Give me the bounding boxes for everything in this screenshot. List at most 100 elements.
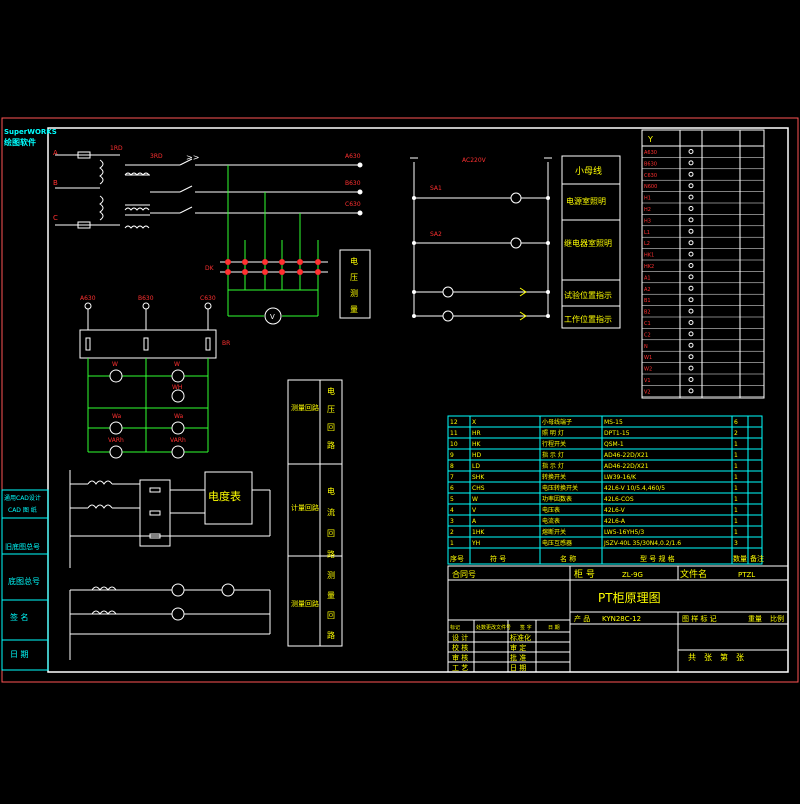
bom-cell: YH xyxy=(471,540,480,547)
voltage-test-wiring xyxy=(227,165,319,317)
bom-cell: 行程开关 xyxy=(542,440,566,448)
sec-top-b: B630 xyxy=(138,295,154,302)
bom-cell: 1HK xyxy=(472,529,485,536)
out-b-label: B630 xyxy=(345,180,361,187)
bom-cell: 7 xyxy=(450,474,454,481)
func-rm-3: 回 xyxy=(327,529,335,538)
func-rb-1: 测 xyxy=(327,571,335,580)
breakers: >> xyxy=(150,153,199,214)
sidebar-panel3: 底图总号 xyxy=(8,576,40,586)
bom-cell: 12 xyxy=(450,419,458,426)
bom-h-1: 符 号 xyxy=(490,554,506,563)
sign-r-3: 日 期 xyxy=(510,664,526,672)
bom-cell: 1 xyxy=(734,441,738,448)
phase-b-label: B xyxy=(53,179,58,187)
rt-terminal xyxy=(688,331,694,337)
control-circuit: AC220V SA1 SA2 小母线 电源室照明 继电器室照明 试验位置指示 工… xyxy=(410,155,621,329)
rt-label: B630 xyxy=(644,161,657,167)
right-terminal-table: Y A630 B630 C630 N600 H1 H2 H3 L1 L2 HK1 HK2 A1 A2 B1… xyxy=(641,129,765,399)
bom-cell: LW39-16/K xyxy=(604,474,637,481)
bom-cell: 熔断开关 xyxy=(542,528,566,536)
bom-cell: X xyxy=(472,419,476,426)
schematic-canvas: SuperWORKS 绘图软件 通用CAD设计 CAD 图 纸 旧底图总号 底图… xyxy=(1,117,799,683)
bom-cell: 电压互感器 xyxy=(542,539,572,547)
voltmeter-label: V xyxy=(270,313,275,321)
scale-label: 比例 xyxy=(770,614,784,623)
cabinet-label: 柜 号 xyxy=(574,568,595,580)
bom-cell: 照 明 灯 xyxy=(542,429,564,437)
product-label: 产 品 xyxy=(574,614,590,623)
rt-label: B1 xyxy=(644,298,651,304)
sign-2: 审 核 xyxy=(452,653,468,662)
func-rm-2: 流 xyxy=(327,507,335,517)
func-left-3: 测量回路 xyxy=(291,599,319,608)
bom-cell: AD46-22D/X21 xyxy=(604,452,649,459)
meter-label-5: Wa xyxy=(174,413,184,420)
rt-label: H1 xyxy=(644,196,651,202)
rt-label: A2 xyxy=(644,287,651,293)
func-rm-4: 路 xyxy=(327,549,335,559)
logo-line1: SuperWORKS xyxy=(4,128,57,136)
bom-cell: 功率因数表 xyxy=(542,495,572,503)
bom-cell: 1 xyxy=(734,463,738,470)
res-label: BR xyxy=(222,340,230,347)
bom-h-3: 型 号 规 格 xyxy=(640,554,675,563)
rt-terminal xyxy=(688,274,694,280)
function-box: 测量回路 计量回路 测量回路 电 压 回 路 电 流 回 路 测 量 回 路 xyxy=(287,379,343,647)
meter-label-2: W xyxy=(174,361,180,368)
bom-cell: HD xyxy=(472,452,482,459)
bom-cell: 1 xyxy=(450,540,454,547)
weight-label: 重量 xyxy=(748,615,762,623)
rt-label: C2 xyxy=(644,332,651,338)
sheets-label: 共 张 第 张 xyxy=(688,652,744,662)
title-block: 合同号 柜 号 ZL-9G 文件名 PTZL PT柜原理图 产 品 KYN28C… xyxy=(447,565,789,673)
bom-cell: SHK xyxy=(472,474,485,481)
rt-terminal xyxy=(688,160,694,166)
bom-cell: 电压转换开关 xyxy=(542,484,578,492)
bom-cell: A xyxy=(472,518,477,525)
bom-cell: 42L6-A xyxy=(604,518,626,525)
bom-cell: 5 xyxy=(450,496,454,503)
bom-cell: JSZV-40L 35/30N4,0.2/1.6 xyxy=(603,540,681,547)
rt-label: V1 xyxy=(644,378,651,384)
rt-label: L2 xyxy=(644,241,650,247)
bom-cell: 42L6-V xyxy=(604,507,626,514)
bom-cell: 8 xyxy=(450,463,454,470)
bom-cell: 1 xyxy=(734,485,738,492)
rt-label: HK1 xyxy=(644,253,654,259)
sign-3: 工 艺 xyxy=(452,664,468,672)
secondary-circuit: A630 B630 C630 BR W W WH Wa Wa VARh VARh xyxy=(79,295,230,459)
vm-char-1: 电 xyxy=(350,256,358,266)
vm-char-3: 测 xyxy=(350,289,358,298)
rt-terminal xyxy=(688,297,694,303)
contract-label: 合同号 xyxy=(452,569,476,579)
func-rt-4: 路 xyxy=(327,440,335,450)
rt-label: W2 xyxy=(644,367,652,373)
phase-a-label: A xyxy=(53,149,58,157)
func-rb-3: 回 xyxy=(327,611,335,620)
pt-label: 3RD xyxy=(150,153,163,160)
rt-terminal xyxy=(688,377,694,382)
bom-cell: W xyxy=(472,496,478,503)
sidebar-panel2: 旧底图总号 xyxy=(5,542,40,551)
func-rb-4: 路 xyxy=(327,630,335,640)
bom-cell: 2 xyxy=(450,529,454,536)
bom-cell: 9 xyxy=(450,452,454,459)
svg-text:>>: >> xyxy=(186,153,199,162)
sec-top-c: C630 xyxy=(200,295,216,302)
sidebar-panel5: 日 期 xyxy=(10,650,29,659)
func-left-1: 测量回路 xyxy=(291,403,319,412)
rt-terminal xyxy=(688,206,694,211)
terminal-strip: DK xyxy=(205,259,328,275)
bom-cell: 1 xyxy=(734,518,738,525)
change-h-1: 处数 xyxy=(476,624,486,631)
func-rm-1: 电 xyxy=(327,486,335,496)
rt-terminal xyxy=(688,320,694,325)
rt-label: C630 xyxy=(644,173,657,179)
sidebar-panel4: 签 名 xyxy=(10,612,29,622)
outer-frame xyxy=(1,117,799,683)
meter-label-1: W xyxy=(112,361,118,368)
bom-cell: 电压表 xyxy=(542,506,560,514)
func-rt-2: 压 xyxy=(327,405,335,414)
sec-top-a: A630 xyxy=(80,295,96,302)
